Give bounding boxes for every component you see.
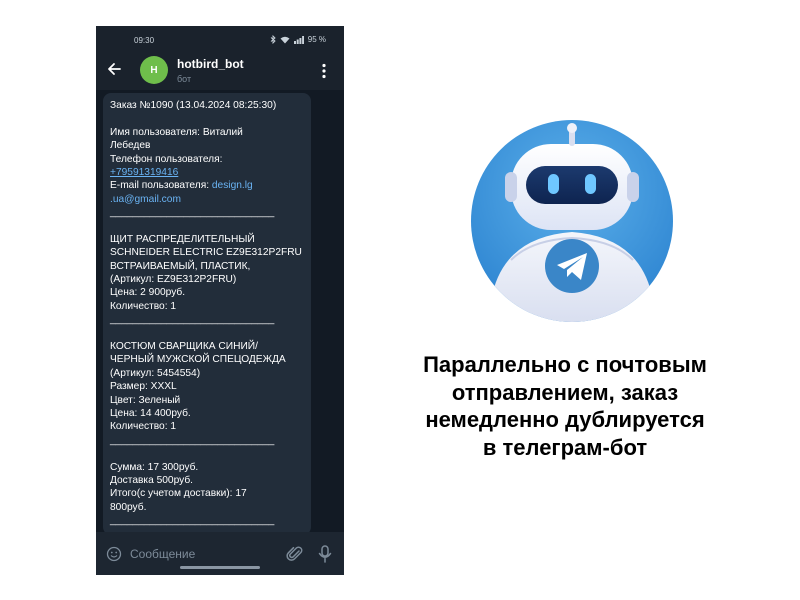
bot-status: бот [177, 74, 192, 84]
user-name-line: Имя пользователя: Виталий [110, 126, 243, 138]
wifi-icon [280, 36, 290, 43]
item2-line1: КОСТЮМ СВАРЩИКА СИНИЙ/ [110, 341, 258, 353]
message-input-bar [96, 532, 344, 575]
email-label: E-mail пользователя: [110, 180, 212, 192]
caption-line-4: в телеграм-бот [482, 434, 648, 460]
item2-size: Размер: XXXL [110, 381, 177, 393]
message-input[interactable] [130, 544, 280, 564]
item2-article: (Артикул: 5454554) [110, 367, 201, 379]
item1-article: (Артикул: EZ9E312P2FRU) [110, 274, 237, 286]
order-total-line1: Итого(с учетом доставки): 17 [110, 488, 247, 500]
divider: _____________________________ [110, 207, 275, 219]
status-indicators: 95 % [270, 35, 326, 44]
item1-line2: SCHNEIDER ELECTRIC EZ9E312P2FRU [110, 247, 302, 259]
caption-line-2: отправлением, заказ [451, 379, 679, 405]
order-sum: Сумма: 17 300руб. [110, 461, 199, 473]
battery-level: 95 % [307, 35, 326, 44]
order-message: Заказ №1090 (13.04.2024 08:25:30) Имя по… [103, 93, 311, 535]
bluetooth-icon [270, 35, 276, 44]
home-indicator[interactable] [180, 566, 260, 569]
status-bar: 09:30 95 % [96, 26, 344, 54]
item2-line2: ЧЕРНЫЙ МУЖСКОЙ СПЕЦОДЕЖДА [110, 354, 286, 366]
caption-line-1: Параллельно с почтовым [423, 352, 707, 377]
caption-line-3: немедленно дублируется [425, 407, 705, 432]
order-total-line2: 800руб. [110, 501, 147, 513]
item1-line1: ЩИТ РАСПРЕДЕЛИТЕЛЬНЫЙ [110, 233, 255, 245]
microphone-icon[interactable] [318, 545, 332, 563]
user-surname-line: Лебедев [110, 140, 151, 152]
item2-quantity: Количество: 1 [110, 421, 177, 433]
back-arrow-icon[interactable] [106, 61, 122, 77]
item1-line3: ВСТРАИВАЕМЫЙ, ПЛАСТИК, [110, 260, 251, 272]
more-vertical-icon[interactable] [321, 63, 327, 79]
signal-icon [293, 35, 304, 44]
item1-price: Цена: 2 900руб. [110, 287, 186, 299]
phone-label: Телефон пользователя: [110, 153, 223, 165]
email-link-part2[interactable]: .ua@gmail.com [110, 194, 181, 205]
status-time: 09:30 [134, 36, 155, 45]
item2-price: Цена: 14 400руб. [110, 407, 191, 419]
avatar[interactable]: H [140, 56, 168, 84]
phone-screen: 09:30 95 % H hotbird_bot бот Заказ №1090… [96, 26, 344, 575]
phone-link[interactable]: +79591319416 [110, 167, 178, 178]
attachment-icon[interactable] [286, 545, 304, 563]
item1-quantity: Количество: 1 [110, 300, 177, 312]
chat-area[interactable]: Заказ №1090 (13.04.2024 08:25:30) Имя по… [96, 90, 344, 535]
divider: _____________________________ [110, 434, 275, 446]
order-delivery: Доставка 500руб. [110, 474, 194, 486]
divider: _____________________________ [110, 314, 275, 326]
email-link-part1[interactable]: design.lg [212, 180, 253, 191]
order-title: Заказ №1090 (13.04.2024 08:25:30) [110, 100, 277, 111]
emoji-icon[interactable] [106, 546, 122, 562]
bot-name[interactable]: hotbird_bot [177, 57, 244, 71]
caption: Параллельно с почтовым отправлением, зак… [395, 351, 735, 461]
divider: _____________________________ [110, 515, 275, 527]
telegram-bot-robot-logo [471, 120, 673, 322]
item2-color: Цвет: Зеленый [110, 394, 181, 406]
